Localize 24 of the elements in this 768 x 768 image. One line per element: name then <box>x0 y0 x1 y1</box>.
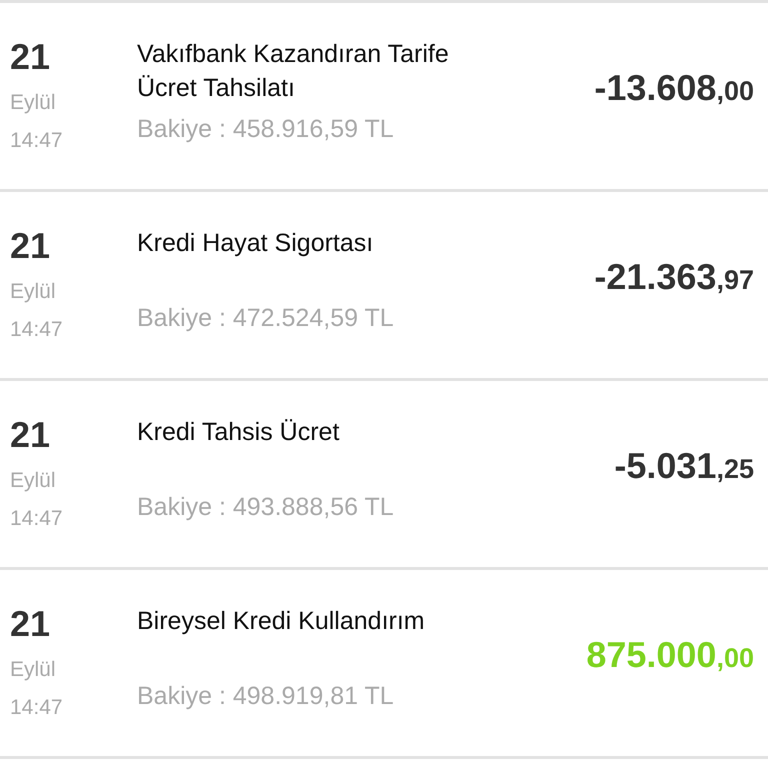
day-text: 21 <box>10 37 52 77</box>
transaction-title: Bireysel Kredi Kullandırım <box>137 606 426 637</box>
month-text: Eylül <box>10 280 57 304</box>
time-text: 14:47 <box>10 129 64 153</box>
day-text: 21 <box>10 226 52 266</box>
month-text: Eylül <box>10 469 57 493</box>
amount-text: -5.031,25 <box>614 445 755 487</box>
balance-text: Bakiye : 498.919,81 TL <box>137 682 395 711</box>
transaction-title: Kredi Tahsis Ücret <box>137 417 340 448</box>
month-text: Eylül <box>10 91 57 115</box>
time-text: 14:47 <box>10 696 64 720</box>
transaction-title: Kredi Hayat Sigortası <box>137 228 374 259</box>
balance-text: Bakiye : 458.916,59 TL <box>137 115 395 144</box>
month-text: Eylül <box>10 658 57 682</box>
time-text: 14:47 <box>10 507 64 531</box>
balance-text: Bakiye : 472.524,59 TL <box>137 304 395 333</box>
time-text: 14:47 <box>10 318 64 342</box>
day-text: 21 <box>10 415 52 455</box>
amount-text: -13.608,00 <box>594 67 755 109</box>
amount-text: -21.363,97 <box>594 256 755 298</box>
amount-text: 875.000,00 <box>586 634 755 676</box>
transaction-title: Vakıfbank Kazandıran Tarife Ücret Tahsilatı <box>137 39 450 104</box>
balance-text: Bakiye : 493.888,56 TL <box>137 493 395 522</box>
day-text: 21 <box>10 604 52 644</box>
